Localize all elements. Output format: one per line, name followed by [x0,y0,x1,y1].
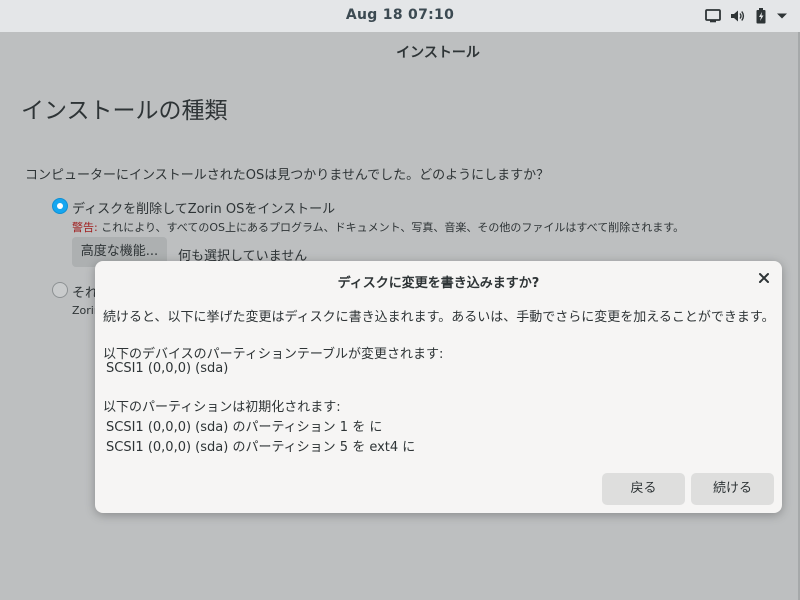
other-option-label[interactable]: それ [72,282,96,301]
window-title: インストール [396,45,480,61]
chevron-down-icon[interactable] [776,12,788,20]
display-icon[interactable] [705,9,721,23]
warning-label: 警告: [72,221,98,234]
write-changes-dialog: ディスクに変更を書き込みますか? 続けると、以下に挙げた変更はディスクに書き込ま… [95,261,782,513]
other-option-radio[interactable] [52,282,68,298]
partition-table-header: 以下のデバイスのパーティションテーブルが変更されます: [103,347,444,362]
close-icon[interactable] [756,270,772,286]
battery-icon[interactable] [755,8,767,24]
warning-text: これにより、すべてのOS上にあるプログラム、ドキュメント、写真、音楽、その他のフ… [97,221,685,234]
dialog-intro: 続けると、以下に挙げた変更はディスクに書き込まれます。あるいは、手動でさらに変更… [103,310,775,325]
erase-disk-label[interactable]: ディスクを削除してZorin OSをインストール [72,198,335,217]
continue-button[interactable]: 続ける [691,473,774,505]
clock[interactable]: Aug 18 07:10 [340,7,460,23]
top-bar: Aug 18 07:10 [0,0,800,32]
format-item: SCSI1 (0,0,0) (sda) のパーティション 1 を に [106,420,383,435]
back-button[interactable]: 戻る [602,473,685,505]
format-header: 以下のパーティションは初期化されます: [103,400,341,415]
erase-disk-radio[interactable] [52,198,68,214]
erase-warning: 警告: これにより、すべてのOS上にあるプログラム、ドキュメント、写真、音楽、そ… [72,219,684,235]
page-title: インストールの種類 [21,98,228,124]
system-tray[interactable] [705,6,788,26]
volume-icon[interactable] [730,9,746,23]
partition-table-device: SCSI1 (0,0,0) (sda) [106,361,229,376]
install-question: コンピューターにインストールされたOSは見つかりませんでした。どのようにしますか… [25,168,550,183]
format-item: SCSI1 (0,0,0) (sda) のパーティション 5 を ext4 に [106,440,416,455]
dialog-title: ディスクに変更を書き込みますか? [337,276,540,291]
other-option-subtext: Zorin [72,304,96,317]
